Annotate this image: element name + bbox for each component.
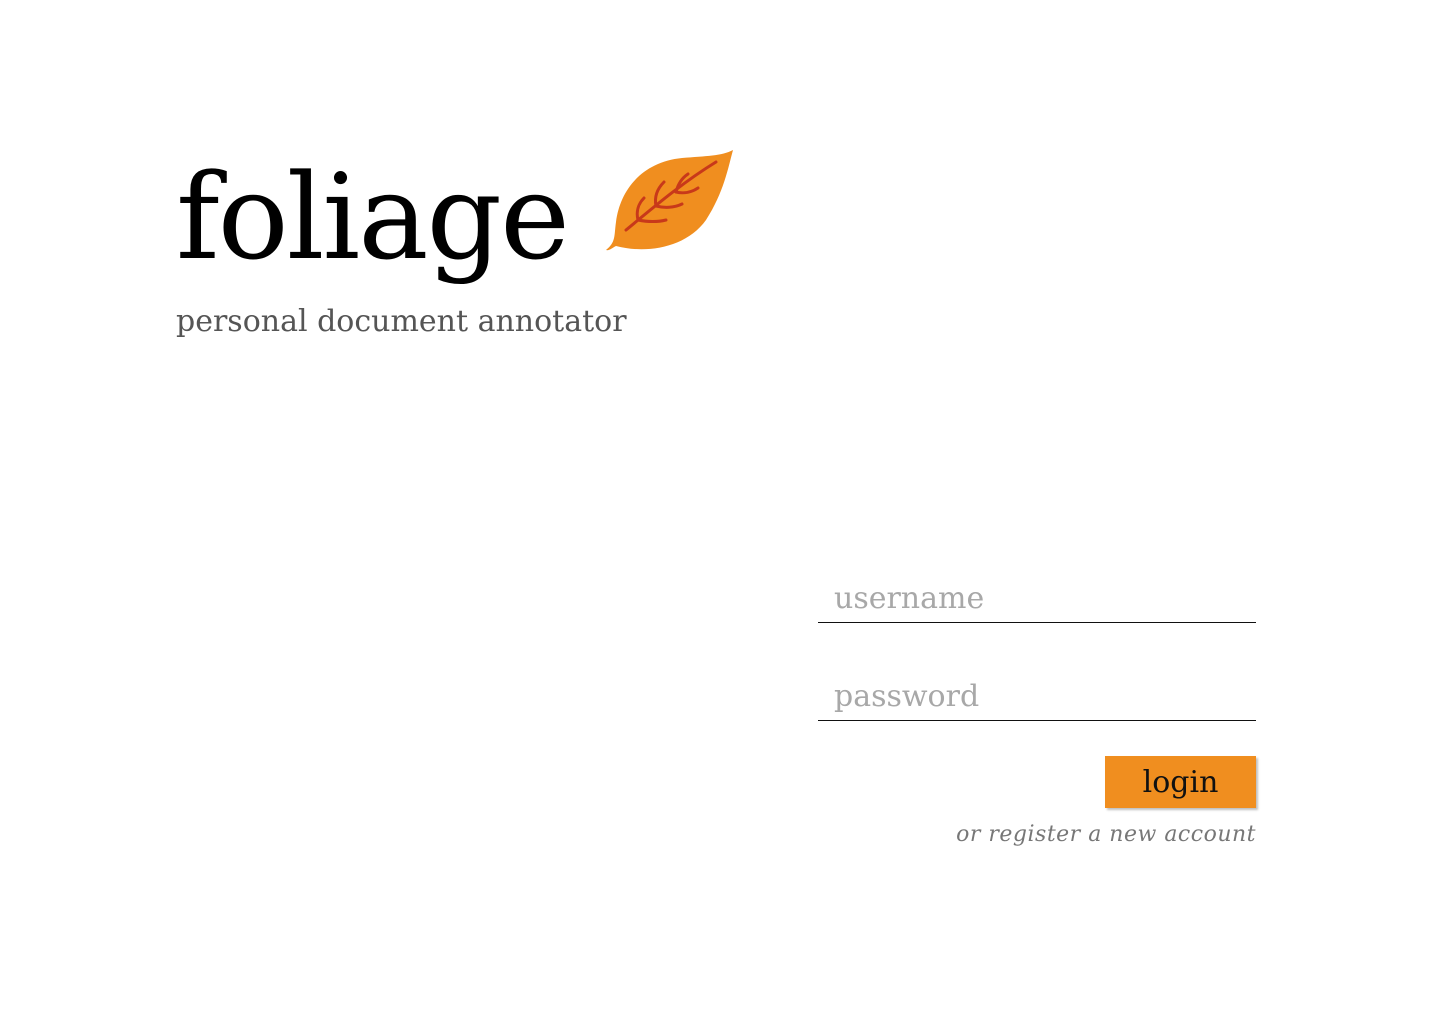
password-input[interactable] (818, 679, 1256, 714)
password-field-wrapper (818, 658, 1256, 721)
register-link[interactable]: or register a new account (818, 822, 1256, 847)
leaf-icon (605, 150, 733, 251)
login-page: foliage personal document annotator logi… (0, 0, 1440, 1024)
tagline: personal document annotator (176, 304, 627, 339)
app-title: foliage (176, 148, 570, 286)
form-actions: login (818, 756, 1256, 808)
login-button[interactable]: login (1105, 756, 1256, 808)
brand-header: foliage personal document annotator (176, 150, 734, 339)
username-field-wrapper (818, 560, 1256, 623)
login-form: login or register a new account (818, 560, 1256, 847)
brand-row: foliage (176, 150, 734, 276)
username-input[interactable] (818, 581, 1256, 616)
